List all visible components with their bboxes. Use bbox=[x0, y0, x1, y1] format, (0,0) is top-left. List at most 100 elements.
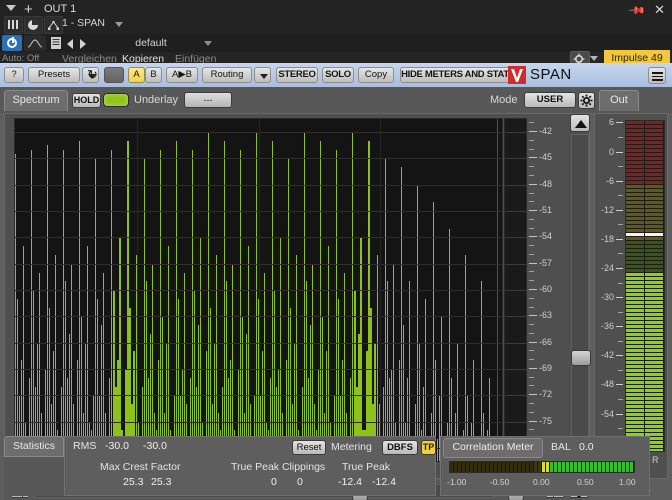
plugin-slot-name[interactable]: 1 - SPAN bbox=[62, 17, 105, 29]
scale-up-button[interactable] bbox=[570, 114, 590, 132]
help-button[interactable]: ? bbox=[4, 67, 24, 83]
copy-button[interactable]: Copy bbox=[358, 67, 394, 83]
hold-button[interactable]: HOLD bbox=[72, 93, 101, 108]
undo-icon[interactable]: ↻ bbox=[87, 68, 101, 82]
meter-segment bbox=[645, 285, 663, 288]
meter-segment bbox=[626, 193, 644, 196]
ab-b-button[interactable]: B bbox=[145, 67, 162, 83]
db-tick-minor bbox=[529, 175, 534, 176]
correlation-segment bbox=[494, 462, 497, 472]
db-axis: -42-45-48-51-54-57-60-63-66-69-72-75-78 bbox=[529, 118, 569, 462]
correlation-segment bbox=[574, 462, 577, 472]
meter-segment bbox=[645, 197, 663, 200]
spectrum-bar bbox=[103, 273, 104, 462]
meter-segment bbox=[626, 361, 644, 364]
slot-chevron-down-icon[interactable] bbox=[115, 22, 123, 27]
db-tick-major bbox=[529, 131, 537, 132]
preset-next-icon[interactable] bbox=[80, 39, 86, 49]
ab-a-button[interactable]: A bbox=[128, 67, 145, 83]
spectrum-bar bbox=[336, 150, 337, 461]
host-gear-chevron-down-icon[interactable] bbox=[590, 56, 598, 61]
spectrum-bar bbox=[208, 132, 209, 461]
meter-segment bbox=[626, 141, 644, 144]
spectrum-settings-button[interactable] bbox=[578, 92, 595, 109]
spectrum-bar bbox=[232, 264, 233, 461]
presets-button[interactable]: Presets bbox=[28, 67, 80, 83]
meter-segment bbox=[645, 193, 663, 196]
automation-button[interactable] bbox=[24, 35, 46, 51]
spectrum-bar bbox=[87, 246, 88, 461]
meter-segment bbox=[626, 297, 644, 300]
plugin-power-button[interactable] bbox=[2, 35, 22, 51]
db-tick-minor bbox=[529, 429, 534, 430]
mixer-icon[interactable] bbox=[4, 16, 23, 34]
meter-segment bbox=[645, 409, 663, 412]
routing-chevron-down-icon[interactable] bbox=[254, 67, 271, 83]
underlay-value[interactable]: --- bbox=[184, 92, 232, 108]
hide-meters-and-stats-button[interactable]: HIDE METERS AND STATS bbox=[400, 67, 516, 83]
tab-spectrum[interactable]: Spectrum bbox=[4, 90, 68, 111]
routing-node-icon[interactable] bbox=[44, 16, 63, 34]
reset-button[interactable]: Reset bbox=[292, 440, 326, 455]
chevron-down-icon[interactable] bbox=[6, 5, 16, 11]
meter-tick-minor bbox=[618, 224, 623, 225]
meter-segment bbox=[645, 377, 663, 380]
spectrum-bar bbox=[127, 141, 128, 461]
meter-segment bbox=[626, 349, 644, 352]
meter-segment bbox=[626, 333, 644, 336]
solo-button[interactable]: SOLO bbox=[322, 67, 354, 83]
db-tick-label: -45 bbox=[539, 153, 552, 162]
meter-segment bbox=[645, 401, 663, 404]
phase-icon[interactable] bbox=[24, 16, 43, 34]
metering-label: Metering bbox=[331, 441, 372, 453]
tab-out[interactable]: Out bbox=[599, 90, 639, 111]
correlation-segment bbox=[474, 462, 477, 472]
true-peak-toggle-button[interactable]: TP bbox=[421, 440, 436, 455]
range-slider-track[interactable] bbox=[571, 134, 589, 446]
spectrum-bar bbox=[192, 150, 193, 461]
preset-name[interactable]: default bbox=[96, 37, 206, 49]
meter-tick-label: -30 bbox=[601, 293, 614, 302]
grid-line-v bbox=[137, 119, 138, 461]
statistics-body: RMS -30.0 -30.0 Reset Metering DBFS TP M… bbox=[64, 436, 436, 496]
host-preset-row: default bbox=[0, 34, 672, 52]
correlation-meter-title[interactable]: Correlation Meter bbox=[443, 438, 543, 458]
meter-segment bbox=[626, 269, 644, 272]
correlation-segment bbox=[590, 462, 593, 472]
correlation-segment bbox=[462, 462, 465, 472]
deadzone-grid-line bbox=[505, 316, 526, 317]
spectrum-bar bbox=[437, 439, 438, 461]
hold-led-indicator[interactable] bbox=[103, 93, 129, 107]
preset-chevron-down-icon[interactable] bbox=[204, 41, 212, 46]
meter-channel-right-label: R bbox=[652, 455, 659, 465]
meter-segment bbox=[626, 277, 644, 280]
meter-segment bbox=[645, 145, 663, 148]
range-slider-knob[interactable] bbox=[571, 350, 591, 366]
preset-prev-icon[interactable] bbox=[67, 39, 73, 49]
metering-value-button[interactable]: DBFS bbox=[382, 440, 418, 455]
stereo-button[interactable]: STEREO bbox=[276, 67, 318, 83]
deadzone-grid-line bbox=[505, 185, 526, 186]
document-icon[interactable] bbox=[50, 36, 62, 50]
spectrum-plot[interactable] bbox=[14, 118, 503, 462]
db-tick-minor bbox=[529, 350, 534, 351]
redo-button[interactable] bbox=[104, 67, 124, 83]
tab-statistics[interactable]: Statistics bbox=[4, 436, 64, 457]
meter-segment bbox=[645, 141, 663, 144]
meter-tick-label: -18 bbox=[601, 235, 614, 244]
spectrum-bar bbox=[47, 145, 48, 461]
span-plugin-window: + OUT 1 📌 ✕ 1 - SPAN bbox=[0, 0, 672, 500]
routing-button[interactable]: Routing bbox=[202, 67, 252, 83]
meter-segment bbox=[626, 125, 644, 128]
spectrum-bar bbox=[465, 255, 466, 461]
meter-segment bbox=[626, 177, 644, 180]
mode-value-button[interactable]: USER bbox=[524, 92, 576, 108]
ab-copy-button[interactable]: A▶B bbox=[166, 67, 198, 83]
meter-segment bbox=[645, 321, 663, 324]
meter-segment bbox=[645, 333, 663, 336]
db-tick-minor bbox=[529, 245, 534, 246]
hamburger-menu-icon[interactable] bbox=[648, 67, 666, 84]
correlation-segment bbox=[490, 462, 493, 472]
spectrum-bar bbox=[320, 141, 321, 461]
spectrum-bar bbox=[65, 281, 66, 461]
